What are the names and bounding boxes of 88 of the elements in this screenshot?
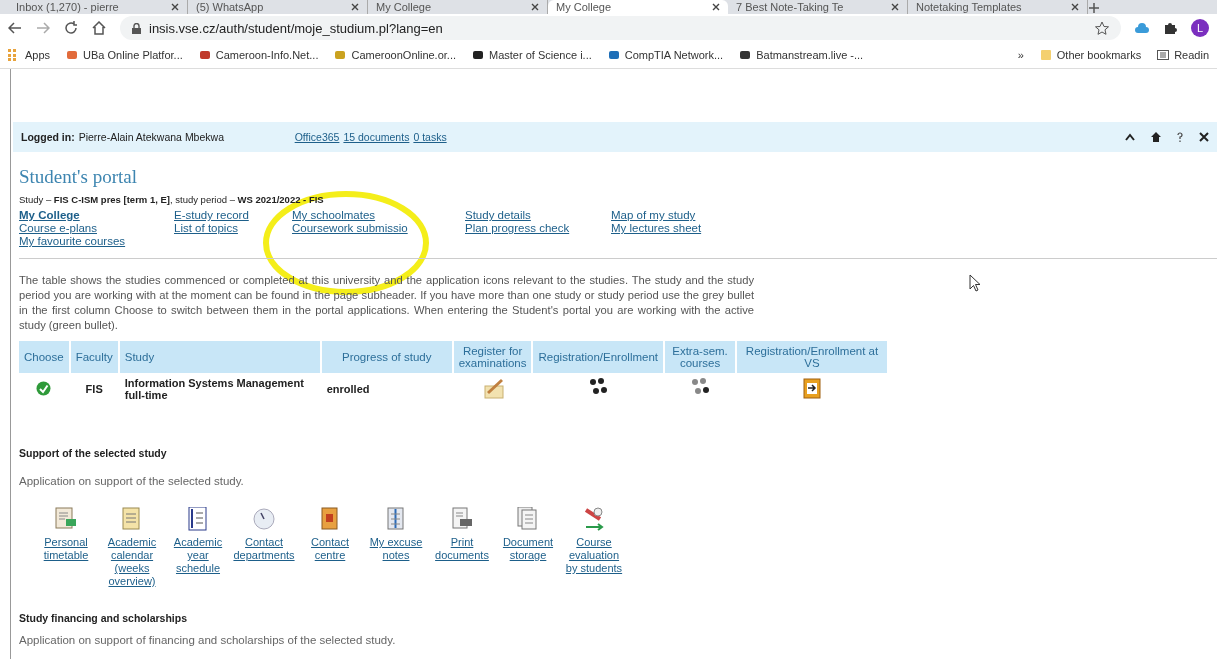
top-link[interactable]: Office365: [294, 131, 340, 143]
browser-tab[interactable]: My College: [548, 0, 728, 14]
table-cell-text: enrolled: [325, 382, 371, 397]
list-icon: [1157, 49, 1170, 61]
section-heading: Support of the selected study: [19, 447, 168, 459]
close-icon[interactable]: [351, 3, 359, 11]
home-icon[interactable]: [1151, 132, 1161, 142]
profile-avatar[interactable]: L: [1191, 19, 1209, 37]
printer-icon[interactable]: [450, 507, 474, 531]
help-icon[interactable]: [1177, 132, 1183, 142]
close-icon[interactable]: [1071, 3, 1079, 11]
portal-link[interactable]: My College: [19, 209, 174, 222]
user-name: Pierre-Alain Atekwana Mbekwa: [78, 131, 225, 143]
puzzle-icon[interactable]: [1163, 21, 1177, 35]
back-icon[interactable]: [8, 21, 22, 35]
study-name: Information Systems Management: [124, 377, 305, 389]
site-icon: [739, 49, 752, 61]
column-header: Register for examinations: [453, 341, 532, 373]
page-title: Student's portal: [19, 166, 138, 188]
column-header: Extra-sem. courses: [665, 341, 735, 373]
portal-link[interactable]: List of topics: [174, 222, 292, 235]
bookmark[interactable]: Cameroon-Info.Net...: [198, 49, 319, 61]
pencil-note-icon[interactable]: [481, 377, 504, 399]
timetable-icon[interactable]: [54, 507, 78, 531]
app-link[interactable]: My excuse notes: [364, 536, 428, 562]
bookmark[interactable]: Batmanstream.live -...: [739, 49, 864, 61]
site-icon: [198, 49, 211, 61]
portal-link[interactable]: Coursework submissio: [292, 222, 465, 235]
home-icon[interactable]: [92, 21, 106, 35]
schedule-icon[interactable]: [186, 507, 210, 531]
collapse-icon[interactable]: [1125, 133, 1135, 141]
bookmark[interactable]: Master of Science i...: [472, 49, 592, 61]
app-link[interactable]: Personal timetable: [34, 536, 98, 562]
close-icon[interactable]: [171, 3, 179, 11]
site-icon: [607, 49, 620, 61]
reload-icon[interactable]: [64, 21, 78, 35]
app-link[interactable]: Academic year schedule: [166, 536, 230, 575]
new-tab-icon[interactable]: [1088, 2, 1100, 14]
portal-link[interactable]: My schoolmates: [292, 209, 465, 222]
portal-link[interactable]: My lectures sheet: [611, 222, 702, 235]
bookmark[interactable]: CameroonOnline.or...: [334, 49, 457, 61]
bookmark[interactable]: UBa Online Platfor...: [66, 49, 183, 61]
app-link[interactable]: Course evaluation by students: [562, 536, 626, 575]
app-link[interactable]: Contact centre: [298, 536, 362, 562]
star-icon[interactable]: [1095, 21, 1109, 35]
section-heading: Study financing and scholarships: [19, 612, 189, 624]
bookmark-folder[interactable]: Other bookmarks: [1039, 49, 1142, 61]
section-note: Application on support of financing and scholarships of the selected study.: [19, 634, 397, 646]
site-icon: [66, 49, 79, 61]
bookmark[interactable]: CompTIA Network...: [607, 49, 724, 61]
bookmark[interactable]: Apps: [8, 49, 51, 61]
column-header: Progress of study: [321, 341, 452, 373]
column-header: Registration/Enrollment at VS: [737, 341, 887, 373]
portal-link[interactable]: E-study record: [174, 209, 292, 222]
site-icon: [472, 49, 485, 61]
close-icon[interactable]: [531, 3, 539, 11]
top-link[interactable]: 0 tasks: [413, 131, 447, 143]
mouse-cursor-icon: [969, 274, 981, 292]
close-icon[interactable]: [1199, 132, 1209, 142]
reading-list-button[interactable]: Readin: [1157, 49, 1209, 61]
portal-link[interactable]: My favourite courses: [19, 235, 174, 248]
column-header: Registration/Enrollment: [533, 341, 663, 373]
app-link[interactable]: Document storage: [496, 536, 560, 562]
portal-link[interactable]: Plan progress check: [465, 222, 611, 235]
close-icon[interactable]: [712, 3, 720, 11]
section-note: Application on support of the selected study.: [19, 475, 245, 487]
portal-link[interactable]: Course e-plans: [19, 222, 174, 235]
lock-icon: [132, 22, 141, 34]
more-bookmarks-icon[interactable]: »: [1017, 49, 1024, 61]
logged-in-label: Logged in:: [21, 131, 75, 143]
column-header: Choose: [19, 341, 69, 373]
column-header: Study: [119, 341, 320, 373]
app-link[interactable]: Contact departments: [232, 536, 296, 562]
table-cell-text: FIS: [84, 382, 104, 397]
folder-icon: [1039, 49, 1052, 61]
active-bullet-icon[interactable]: [36, 380, 52, 396]
evaluation-icon[interactable]: [582, 507, 606, 531]
study-form: full-time: [124, 389, 169, 401]
address-bar[interactable]: insis.vse.cz/auth/student/moje_studium.pl?lang=en: [120, 16, 1121, 40]
close-icon[interactable]: [891, 3, 899, 11]
cloud-icon[interactable]: [1135, 23, 1149, 33]
portal-link[interactable]: Study details: [465, 209, 611, 222]
column-header: Faculty: [70, 341, 118, 373]
portal-link[interactable]: Map of my study: [611, 209, 702, 222]
site-icon: [334, 49, 347, 61]
app-link[interactable]: Print documents: [430, 536, 494, 562]
top-link[interactable]: 15 documents: [343, 131, 410, 143]
app-link[interactable]: Academic calendar (weeks overview): [100, 536, 164, 588]
